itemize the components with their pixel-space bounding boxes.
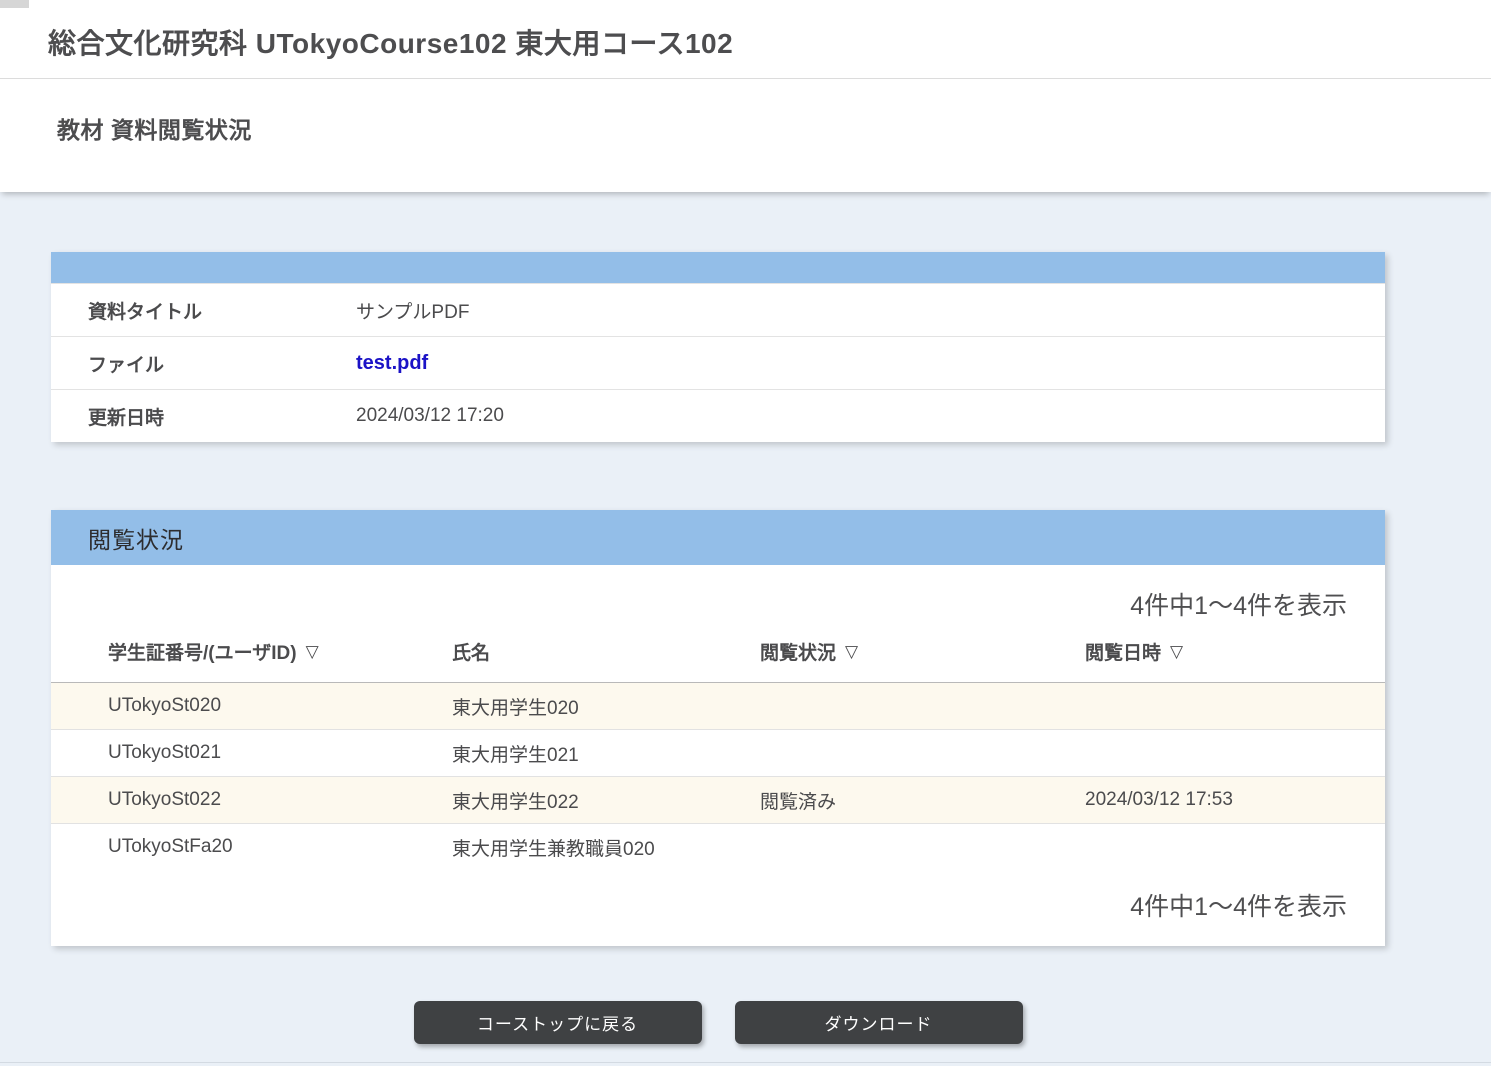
lms-viewing-status-page: { "header": { "course_title": "総合文化研究科 U… — [0, 0, 1491, 1066]
material-row-title: 資料タイトル サンプルPDF — [51, 283, 1385, 336]
result-count-bottom: 4件中1〜4件を表示 — [51, 870, 1385, 946]
page-title-row: 教材 資料閲覧状況 — [0, 79, 1491, 192]
student-row: UTokyoSt022 東大用学生022 閲覧済み 2024/03/12 17:… — [51, 776, 1385, 823]
download-button[interactable]: ダウンロード — [735, 1001, 1023, 1044]
material-row-updated: 更新日時 2024/03/12 17:20 — [51, 389, 1385, 442]
sort-icon[interactable]: ▽ — [845, 642, 858, 662]
course-title-row: 総合文化研究科 UTokyoCourse102 東大用コース102 — [0, 0, 1491, 79]
student-row: UTokyoStFa20 東大用学生兼教職員020 — [51, 823, 1385, 870]
column-header-date-label: 閲覧日時 — [1085, 638, 1161, 665]
material-updated-value: 2024/03/12 17:20 — [356, 405, 504, 427]
column-header-student-id[interactable]: 学生証番号/(ユーザID) ▽ — [108, 638, 452, 665]
cell-name: 東大用学生021 — [452, 740, 760, 767]
table-header-row: 学生証番号/(ユーザID) ▽ 氏名 閲覧状況 ▽ 閲覧日時 ▽ — [51, 621, 1385, 682]
material-panel-header-bar — [51, 252, 1385, 283]
sort-icon[interactable]: ▽ — [1170, 642, 1183, 662]
student-row: UTokyoSt020 東大用学生020 — [51, 682, 1385, 729]
column-header-status[interactable]: 閲覧状況 ▽ — [760, 638, 1085, 665]
column-header-name: 氏名 — [452, 638, 760, 665]
cell-name: 東大用学生022 — [452, 787, 760, 814]
page-title: 教材 資料閲覧状況 — [57, 117, 252, 143]
material-title-value: サンプルPDF — [356, 297, 469, 324]
cell-student-id: UTokyoSt020 — [108, 695, 452, 717]
footer-divider — [0, 1062, 1491, 1063]
sort-icon[interactable]: ▽ — [306, 642, 319, 662]
file-link[interactable]: test.pdf — [356, 352, 428, 375]
back-to-course-button[interactable]: コーストップに戻る — [414, 1001, 702, 1044]
cell-student-id: UTokyoStFa20 — [108, 836, 452, 858]
material-info-panel: 資料タイトル サンプルPDF ファイル test.pdf 更新日時 2024/0… — [51, 252, 1385, 442]
action-button-row: コーストップに戻る ダウンロード — [51, 1001, 1385, 1044]
window-corner-artifact — [0, 0, 29, 8]
cell-student-id: UTokyoSt022 — [108, 789, 452, 811]
cell-status: 閲覧済み — [760, 787, 1085, 814]
material-updated-label: 更新日時 — [51, 403, 356, 430]
material-file-label: ファイル — [51, 350, 356, 377]
viewing-section-title: 閲覧状況 — [88, 521, 184, 555]
viewing-status-panel: 閲覧状況 4件中1〜4件を表示 学生証番号/(ユーザID) ▽ 氏名 閲覧状況 … — [51, 510, 1385, 946]
course-title: 総合文化研究科 UTokyoCourse102 東大用コース102 — [48, 28, 733, 59]
material-title-label: 資料タイトル — [51, 297, 356, 324]
page-header: 総合文化研究科 UTokyoCourse102 東大用コース102 教材 資料閲… — [0, 0, 1491, 192]
student-row: UTokyoSt021 東大用学生021 — [51, 729, 1385, 776]
cell-date: 2024/03/12 17:53 — [1085, 789, 1385, 811]
material-row-file: ファイル test.pdf — [51, 336, 1385, 389]
column-header-date[interactable]: 閲覧日時 ▽ — [1085, 638, 1385, 665]
column-header-status-label: 閲覧状況 — [760, 638, 836, 665]
result-count-top: 4件中1〜4件を表示 — [51, 565, 1385, 621]
column-header-name-label: 氏名 — [452, 638, 490, 665]
column-header-student-id-label: 学生証番号/(ユーザID) — [108, 638, 297, 665]
cell-student-id: UTokyoSt021 — [108, 742, 452, 764]
cell-name: 東大用学生兼教職員020 — [452, 834, 760, 861]
viewing-section-header-bar: 閲覧状況 — [51, 510, 1385, 565]
cell-name: 東大用学生020 — [452, 693, 760, 720]
